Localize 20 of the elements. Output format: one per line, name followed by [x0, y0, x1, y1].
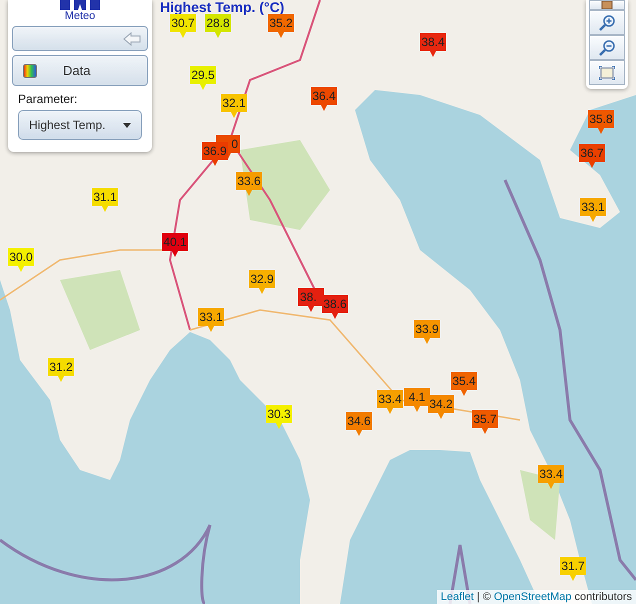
- color-palette-icon: [23, 64, 37, 78]
- zoom-extent-button[interactable]: [589, 60, 625, 85]
- home-button[interactable]: [589, 0, 625, 10]
- caret-icon: [123, 122, 131, 128]
- zoom-out-icon: [598, 38, 616, 56]
- map-title: Highest Temp. (°C): [160, 0, 284, 14]
- zoom-in-icon: [598, 14, 616, 32]
- leaflet-link[interactable]: Leaflet: [440, 591, 474, 603]
- zoom-in-button[interactable]: [589, 10, 625, 35]
- logo-text: Meteo: [64, 10, 96, 22]
- attribution-separator: | ©: [476, 591, 491, 603]
- parameter-label: Parameter:: [17, 92, 78, 106]
- zoom-out-button[interactable]: [589, 35, 625, 60]
- attribution-text: contributors: [574, 591, 632, 603]
- extent-icon: [599, 66, 615, 80]
- logo-icon: [60, 0, 100, 10]
- data-button[interactable]: Data: [12, 55, 148, 86]
- left-arrow-icon: [123, 32, 141, 46]
- parameter-select[interactable]: Highest Temp.: [18, 110, 142, 140]
- openstreetmap-link[interactable]: OpenStreetMap: [494, 591, 572, 603]
